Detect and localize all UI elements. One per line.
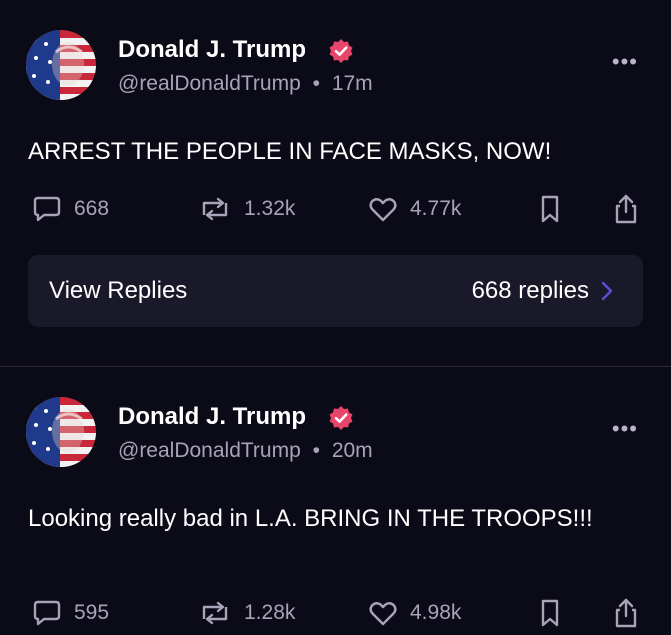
reply-count: 668 — [74, 197, 110, 220]
handle-and-time: @realDonaldTrump • 20m — [118, 439, 373, 463]
replies-count-label: 668 replies — [471, 277, 589, 304]
bookmark-button[interactable] — [538, 191, 574, 227]
share-button[interactable] — [612, 191, 652, 227]
post-card: Donald J. Trump @realDonaldTrump • 17m •… — [0, 0, 671, 366]
action-bar: 668 1.32k 4.77k — [0, 191, 671, 231]
author-handle[interactable]: @realDonaldTrump — [118, 72, 301, 95]
more-options-icon[interactable]: ••• — [612, 418, 638, 440]
post-card: Donald J. Trump @realDonaldTrump • 20m •… — [0, 367, 671, 628]
reply-count: 595 — [74, 601, 110, 624]
bookmark-button[interactable] — [538, 595, 574, 631]
bookmark-icon — [541, 195, 559, 223]
separator: • — [312, 439, 320, 462]
avatar[interactable] — [26, 30, 96, 100]
heart-icon — [369, 198, 397, 222]
heart-icon — [369, 602, 397, 626]
comment-icon — [33, 196, 61, 222]
like-button[interactable]: 4.98k — [368, 595, 461, 631]
retruth-count: 1.28k — [244, 601, 296, 624]
action-bar: 595 1.28k 4.98k — [0, 595, 671, 635]
reply-button[interactable]: 595 — [32, 595, 109, 631]
handle-and-time: @realDonaldTrump • 17m — [118, 72, 373, 96]
separator: • — [312, 72, 320, 95]
author-name[interactable]: Donald J. Trump — [118, 403, 306, 431]
repost-icon — [202, 601, 228, 625]
verified-badge-icon — [329, 406, 353, 430]
retruth-count: 1.32k — [244, 197, 296, 220]
repost-icon — [202, 197, 228, 221]
post-time: 17m — [331, 72, 373, 95]
post-text: Looking really bad in L.A. BRING IN THE … — [28, 505, 593, 532]
share-icon — [615, 598, 637, 628]
more-options-icon[interactable]: ••• — [612, 51, 638, 73]
bookmark-icon — [541, 599, 559, 627]
view-replies-label: View Replies — [49, 277, 188, 304]
comment-icon — [33, 600, 61, 626]
retruth-button[interactable]: 1.28k — [198, 595, 295, 631]
reply-button[interactable]: 668 — [32, 191, 109, 227]
chevron-right-icon — [601, 281, 613, 301]
retruth-button[interactable]: 1.32k — [198, 191, 295, 227]
post-time: 20m — [331, 439, 373, 462]
like-button[interactable]: 4.77k — [368, 191, 461, 227]
share-button[interactable] — [612, 595, 652, 631]
avatar[interactable] — [26, 397, 96, 467]
author-name[interactable]: Donald J. Trump — [118, 36, 306, 64]
like-count: 4.98k — [410, 601, 462, 624]
share-icon — [615, 194, 637, 224]
author-handle[interactable]: @realDonaldTrump — [118, 439, 301, 462]
verified-badge-icon — [329, 39, 353, 63]
post-text: ARREST THE PEOPLE IN FACE MASKS, NOW! — [28, 138, 552, 165]
like-count: 4.77k — [410, 197, 462, 220]
view-replies-button[interactable]: View Replies 668 replies — [28, 255, 643, 327]
